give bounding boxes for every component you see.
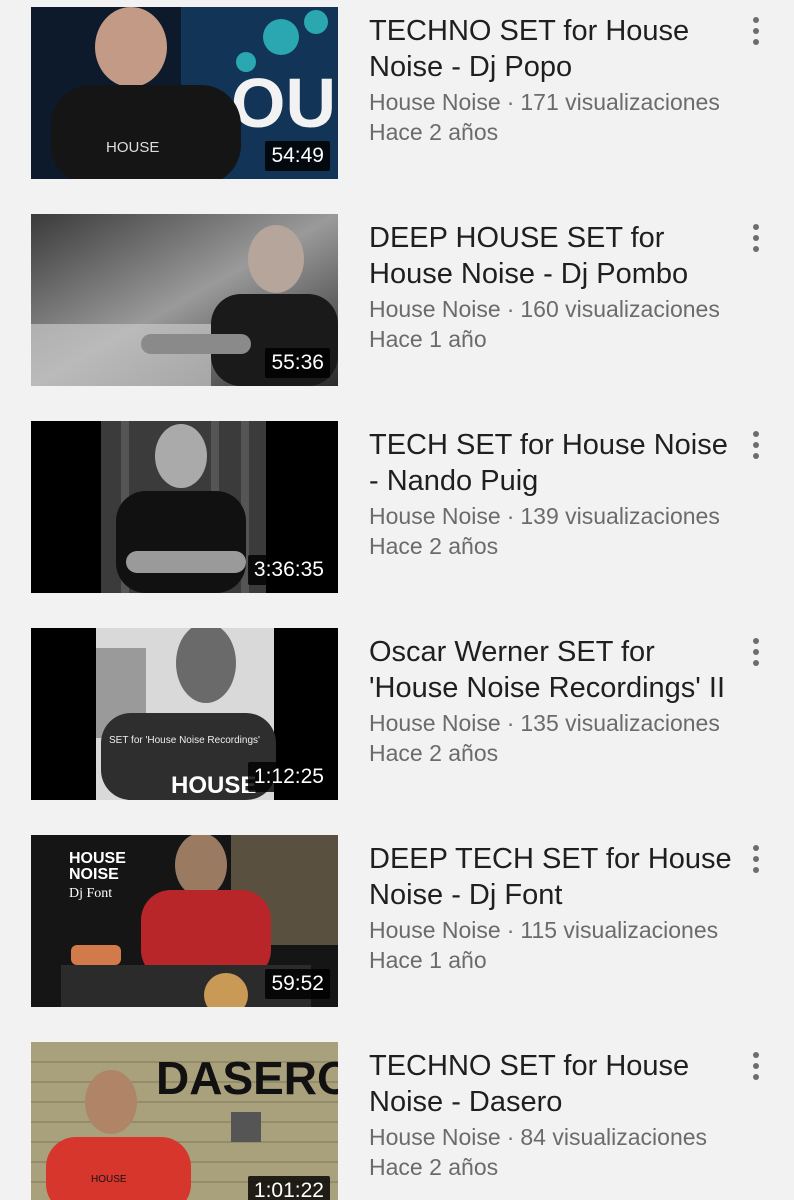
view-count: 160 visualizaciones xyxy=(520,296,720,322)
channel-name[interactable]: House Noise xyxy=(369,296,501,322)
video-meta: TECH SET for House Noise - Nando Puig Ho… xyxy=(369,427,739,561)
view-count: 135 visualizaciones xyxy=(520,710,720,736)
video-title[interactable]: TECHNO SET for House Noise - Dasero xyxy=(369,1048,739,1120)
separator: · xyxy=(506,89,515,115)
video-age: Hace 1 año xyxy=(369,326,487,352)
video-channel-views: House Noise · 84 visualizaciones xyxy=(369,1122,739,1152)
video-thumbnail[interactable]: 3:36:35 xyxy=(31,421,338,593)
video-age: Hace 2 años xyxy=(369,533,499,559)
video-age: Hace 1 año xyxy=(369,947,487,973)
vertical-dots-icon[interactable] xyxy=(744,839,768,879)
video-title[interactable]: DEEP HOUSE SET for House Noise - Dj Pomb… xyxy=(369,220,739,292)
separator: · xyxy=(506,917,515,943)
video-list: OUS HOUSE 54:49 TECHNO SET for House Noi… xyxy=(0,0,794,1200)
video-channel-views: House Noise · 171 visualizaciones xyxy=(369,87,739,117)
view-count: 84 visualizaciones xyxy=(520,1124,708,1150)
video-title[interactable]: TECHNO SET for House Noise - Dj Popo xyxy=(369,13,739,85)
svg-text:SET for 'House Noise Recording: SET for 'House Noise Recordings' xyxy=(109,735,260,746)
video-item[interactable]: HOUSE NOISE Dj Font 59:52 DEEP TECH SET … xyxy=(0,835,794,1015)
video-age: Hace 2 años xyxy=(369,740,499,766)
vertical-dots-icon[interactable] xyxy=(744,218,768,258)
vertical-dots-icon[interactable] xyxy=(744,425,768,465)
video-channel-views: House Noise · 115 visualizaciones xyxy=(369,915,739,945)
video-thumbnail[interactable]: SET for 'House Noise Recordings' HOUSE 1… xyxy=(31,628,338,800)
video-age: Hace 2 años xyxy=(369,1154,499,1180)
video-age: Hace 2 años xyxy=(369,119,499,145)
video-duration: 55:36 xyxy=(265,348,330,378)
video-channel-views: House Noise · 139 visualizaciones xyxy=(369,501,739,531)
video-item[interactable]: OUS HOUSE 54:49 TECHNO SET for House Noi… xyxy=(0,7,794,187)
separator: · xyxy=(506,296,515,322)
channel-name[interactable]: House Noise xyxy=(369,89,501,115)
video-meta: TECHNO SET for House Noise - Dj Popo Hou… xyxy=(369,13,739,147)
svg-text:NOISE: NOISE xyxy=(69,866,119,883)
view-count: 139 visualizaciones xyxy=(520,503,720,529)
svg-text:HOUSE: HOUSE xyxy=(171,772,256,799)
channel-name[interactable]: House Noise xyxy=(369,503,501,529)
video-title[interactable]: TECH SET for House Noise - Nando Puig xyxy=(369,427,739,499)
vertical-dots-icon[interactable] xyxy=(744,1046,768,1086)
video-title[interactable]: DEEP TECH SET for House Noise - Dj Font xyxy=(369,841,739,913)
svg-text:DASERO: DASERO xyxy=(156,1052,338,1104)
video-thumbnail[interactable]: 55:36 xyxy=(31,214,338,386)
video-duration: 54:49 xyxy=(265,141,330,171)
video-channel-views: House Noise · 160 visualizaciones xyxy=(369,294,739,324)
channel-name[interactable]: House Noise xyxy=(369,917,501,943)
video-thumbnail[interactable]: DASERO HOUSE 1:01:22 xyxy=(31,1042,338,1200)
video-item[interactable]: 3:36:35 TECH SET for House Noise - Nando… xyxy=(0,421,794,601)
video-thumbnail[interactable]: OUS HOUSE 54:49 xyxy=(31,7,338,179)
video-meta: TECHNO SET for House Noise - Dasero Hous… xyxy=(369,1048,739,1182)
video-meta: DEEP TECH SET for House Noise - Dj Font … xyxy=(369,841,739,975)
svg-text:OUS: OUS xyxy=(231,64,338,142)
separator: · xyxy=(506,503,515,529)
vertical-dots-icon[interactable] xyxy=(744,632,768,672)
svg-text:HOUSE: HOUSE xyxy=(106,139,159,156)
vertical-dots-icon[interactable] xyxy=(744,11,768,51)
svg-text:HOUSE: HOUSE xyxy=(69,850,126,867)
video-meta: Oscar Werner SET for 'House Noise Record… xyxy=(369,634,739,768)
video-item[interactable]: DASERO HOUSE 1:01:22 TECHNO SET for Hous… xyxy=(0,1042,794,1200)
svg-text:HOUSE: HOUSE xyxy=(91,1174,127,1185)
video-duration: 59:52 xyxy=(265,969,330,999)
video-title[interactable]: Oscar Werner SET for 'House Noise Record… xyxy=(369,634,739,706)
video-duration: 3:36:35 xyxy=(247,555,330,585)
video-duration: 1:01:22 xyxy=(247,1176,330,1200)
svg-text:Dj Font: Dj Font xyxy=(69,886,112,901)
channel-name[interactable]: House Noise xyxy=(369,710,501,736)
channel-name[interactable]: House Noise xyxy=(369,1124,501,1150)
video-meta: DEEP HOUSE SET for House Noise - Dj Pomb… xyxy=(369,220,739,354)
view-count: 171 visualizaciones xyxy=(520,89,720,115)
video-duration: 1:12:25 xyxy=(247,762,330,792)
view-count: 115 visualizaciones xyxy=(520,917,719,943)
separator: · xyxy=(506,710,515,736)
video-thumbnail[interactable]: HOUSE NOISE Dj Font 59:52 xyxy=(31,835,338,1007)
video-item[interactable]: 55:36 DEEP HOUSE SET for House Noise - D… xyxy=(0,214,794,394)
video-channel-views: House Noise · 135 visualizaciones xyxy=(369,708,739,738)
separator: · xyxy=(506,1124,515,1150)
video-item[interactable]: SET for 'House Noise Recordings' HOUSE 1… xyxy=(0,628,794,808)
